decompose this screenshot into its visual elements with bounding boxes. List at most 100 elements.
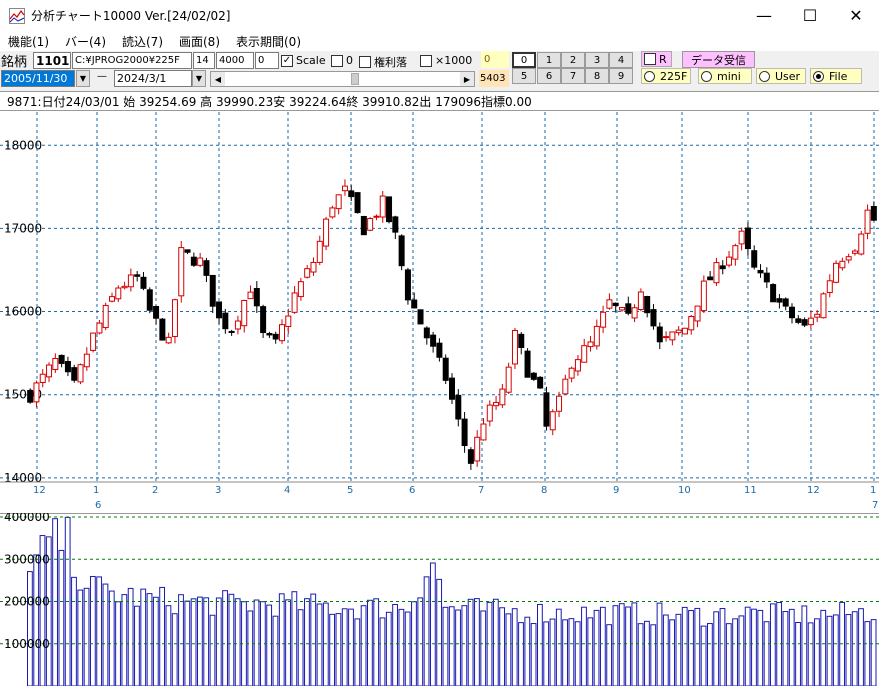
candle-body [297, 281, 304, 298]
candle-body [165, 336, 172, 344]
scale-checkbox[interactable]: ✓ Scale [281, 54, 326, 67]
num-button-6[interactable]: 6 [537, 68, 561, 84]
close-button[interactable]: ✕ [833, 0, 879, 31]
month-tick-label: 12 [33, 485, 46, 496]
candle-body [864, 209, 871, 234]
period-scrollbar[interactable]: ◀ ▶ [210, 71, 475, 87]
scroll-left-icon[interactable]: ◀ [211, 72, 225, 86]
menu-display-period[interactable]: 表示期間(0) [228, 33, 309, 50]
menu-screen[interactable]: 画面(8) [171, 33, 228, 50]
num-button-3[interactable]: 3 [585, 52, 609, 68]
candle-body [404, 269, 411, 301]
candle-body [562, 378, 569, 395]
volume-bar [58, 549, 65, 686]
volume-bar [329, 613, 336, 686]
candle-body [216, 301, 223, 319]
param-input-c[interactable]: 0 [255, 52, 279, 69]
close-icon: ✕ [849, 6, 863, 25]
candle-body [310, 261, 317, 273]
candle-body [115, 287, 122, 300]
num-button-5[interactable]: 5 [512, 68, 536, 84]
start-date-field[interactable]: 2005/11/30 [1, 70, 75, 87]
num-button-0[interactable]: 0 [512, 52, 536, 68]
volume-bar [505, 613, 512, 686]
num-button-1[interactable]: 1 [537, 52, 561, 68]
candle-body [505, 366, 512, 393]
candlestick [367, 217, 374, 232]
menu-bar: 機能(1) バー(4) 読込(7) 画面(8) 表示期間(0) [0, 31, 879, 51]
code-input[interactable]: 1101 [33, 52, 71, 69]
candlestick [260, 304, 267, 338]
radio-mini[interactable]: mini [698, 68, 752, 84]
num-button-2[interactable]: 2 [561, 52, 585, 68]
candlestick [511, 327, 518, 370]
x1000-checkbox[interactable]: ×1000 [420, 54, 472, 67]
volume-bar [618, 603, 625, 686]
r-checkbox[interactable]: R [641, 51, 672, 67]
volume-bar [732, 618, 738, 686]
candle-body [656, 326, 663, 343]
candle-body [279, 324, 285, 342]
radio-user-label: User [775, 69, 801, 83]
checkbox-box [331, 54, 343, 67]
param-input-b[interactable]: 4000 [216, 52, 254, 69]
radio-225f[interactable]: 225F [641, 68, 691, 84]
minimize-button[interactable]: — [741, 0, 787, 31]
maximize-button[interactable]: ☐ [787, 0, 833, 31]
volume-bar [719, 608, 726, 686]
kenri-checkbox[interactable]: 権利落 [359, 54, 407, 70]
num-button-4[interactable]: 4 [609, 52, 633, 68]
volume-bar [606, 624, 613, 686]
data-receive-button[interactable]: データ受信 [682, 51, 755, 68]
volume-bar [178, 594, 184, 686]
volume-bar [738, 615, 745, 686]
candle-body [127, 274, 134, 288]
candle-body [744, 227, 751, 250]
zero-label: 0 [346, 54, 353, 67]
num-button-8[interactable]: 8 [585, 68, 609, 84]
volume-bar [467, 598, 474, 686]
candle-body [694, 305, 701, 322]
candlestick [171, 298, 178, 344]
volume-bar [322, 602, 329, 686]
zero-checkbox[interactable]: 0 [331, 54, 353, 67]
volume-bar [373, 598, 380, 686]
scroll-thumb[interactable] [351, 73, 359, 85]
candle-body [833, 262, 840, 283]
volume-bar [203, 597, 210, 686]
volume-bar [171, 613, 178, 686]
radio-user[interactable]: User [756, 68, 806, 84]
volume-bar [228, 593, 235, 686]
candlestick [77, 363, 84, 385]
candle-body [253, 288, 260, 307]
candle-body [121, 285, 128, 289]
small-indicator: 0 [481, 51, 509, 68]
volume-bar [480, 610, 487, 686]
candle-body [178, 247, 185, 297]
menu-load[interactable]: 読込(7) [114, 33, 171, 50]
price-y-tick-label: 14000 [4, 471, 42, 485]
candle-body [417, 309, 424, 325]
volume-bar [870, 619, 877, 686]
end-date-field[interactable]: 2024/3/1 [114, 70, 192, 87]
num-button-9[interactable]: 9 [609, 68, 633, 84]
radio-file[interactable]: File [810, 68, 862, 84]
candlestick [417, 309, 424, 325]
end-date-dropdown[interactable]: ▼ [192, 70, 206, 87]
param-input-a[interactable]: 14 [193, 52, 215, 69]
volume-bar [316, 603, 323, 686]
month-tick-label: 3 [215, 485, 221, 496]
candle-body [650, 309, 657, 327]
path-input[interactable]: C:¥JPROG2000¥225F [72, 52, 192, 69]
candle-body [700, 280, 707, 312]
menu-function[interactable]: 機能(1) [0, 33, 57, 50]
volume-bar-chart[interactable]: 400000 300000 200000 100000 [0, 513, 879, 686]
candle-body [782, 298, 789, 307]
candle-body [467, 449, 474, 464]
candlestick [146, 287, 153, 314]
menu-bar-type[interactable]: バー(4) [57, 33, 114, 50]
price-candlestick-chart[interactable]: 180001700016000150001400012 1 2 3 4 5 6 7 8 9 10 11… [0, 112, 879, 512]
start-date-dropdown[interactable]: ▼ [76, 70, 90, 87]
num-button-7[interactable]: 7 [561, 68, 585, 84]
scroll-right-icon[interactable]: ▶ [460, 72, 474, 86]
